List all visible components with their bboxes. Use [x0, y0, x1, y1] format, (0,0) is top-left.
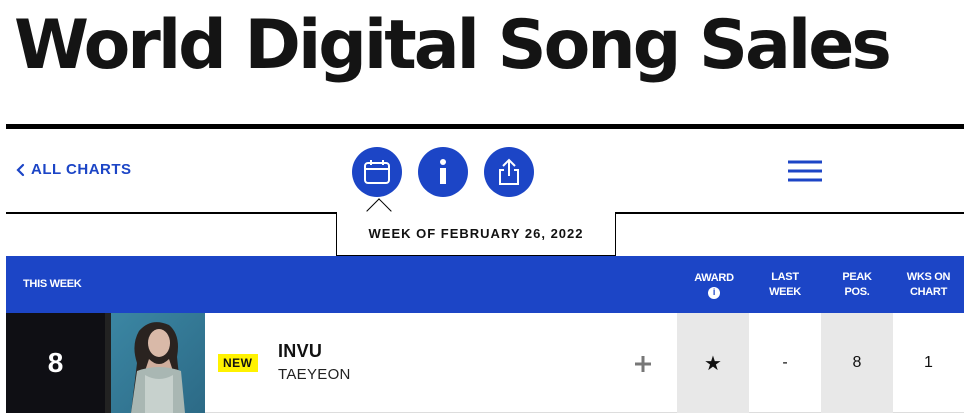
- header-peak-line1: PEAK: [842, 270, 872, 283]
- header-wks-line1: WKS ON: [906, 270, 951, 283]
- header-award: AWARD i: [679, 256, 749, 313]
- chart-table-header: THIS WEEK AWARD i LAST WEEK PEAK POS. WK…: [6, 256, 964, 313]
- page-title: World Digital Song Sales: [14, 6, 892, 85]
- award-star-icon: ★: [704, 352, 722, 375]
- all-charts-label: ALL CHARTS: [31, 161, 132, 178]
- share-button[interactable]: [484, 147, 534, 197]
- all-charts-link[interactable]: ALL CHARTS: [14, 161, 132, 178]
- header-last-line2: WEEK: [769, 285, 801, 298]
- award-cell: ★: [677, 313, 749, 413]
- calendar-button[interactable]: [352, 147, 402, 197]
- album-cover-image: [105, 313, 205, 413]
- header-award-label: AWARD: [694, 271, 734, 284]
- rank-number: 8: [6, 313, 105, 413]
- plus-icon[interactable]: [632, 353, 654, 375]
- header-peak-line2: POS.: [844, 285, 870, 298]
- info-icon: [440, 159, 446, 184]
- peak-pos-value: 8: [821, 313, 893, 413]
- chart-row[interactable]: 8 NEW INVU TAEYEON ★ - 8 1: [6, 313, 964, 413]
- chevron-left-icon: [16, 163, 25, 176]
- hamburger-menu-icon[interactable]: [787, 159, 823, 183]
- header-last-line1: LAST: [771, 270, 799, 283]
- new-entry-badge: NEW: [218, 354, 258, 372]
- title-divider: [6, 124, 964, 129]
- header-peak-pos: PEAK POS.: [821, 256, 893, 313]
- header-this-week: THIS WEEK: [23, 278, 82, 290]
- song-title: INVU: [278, 341, 323, 361]
- info-button[interactable]: [418, 147, 468, 197]
- artist-name: TAEYEON: [278, 366, 351, 383]
- calendar-icon: [364, 160, 390, 184]
- header-wks-line2: CHART: [910, 285, 947, 298]
- header-wks-on-chart: WKS ON CHART: [893, 256, 964, 313]
- last-week-value: -: [782, 354, 788, 371]
- wks-on-chart-value: 1: [924, 354, 933, 371]
- award-info-icon[interactable]: i: [708, 286, 720, 299]
- header-last-week: LAST WEEK: [749, 256, 821, 313]
- share-icon: [499, 158, 519, 185]
